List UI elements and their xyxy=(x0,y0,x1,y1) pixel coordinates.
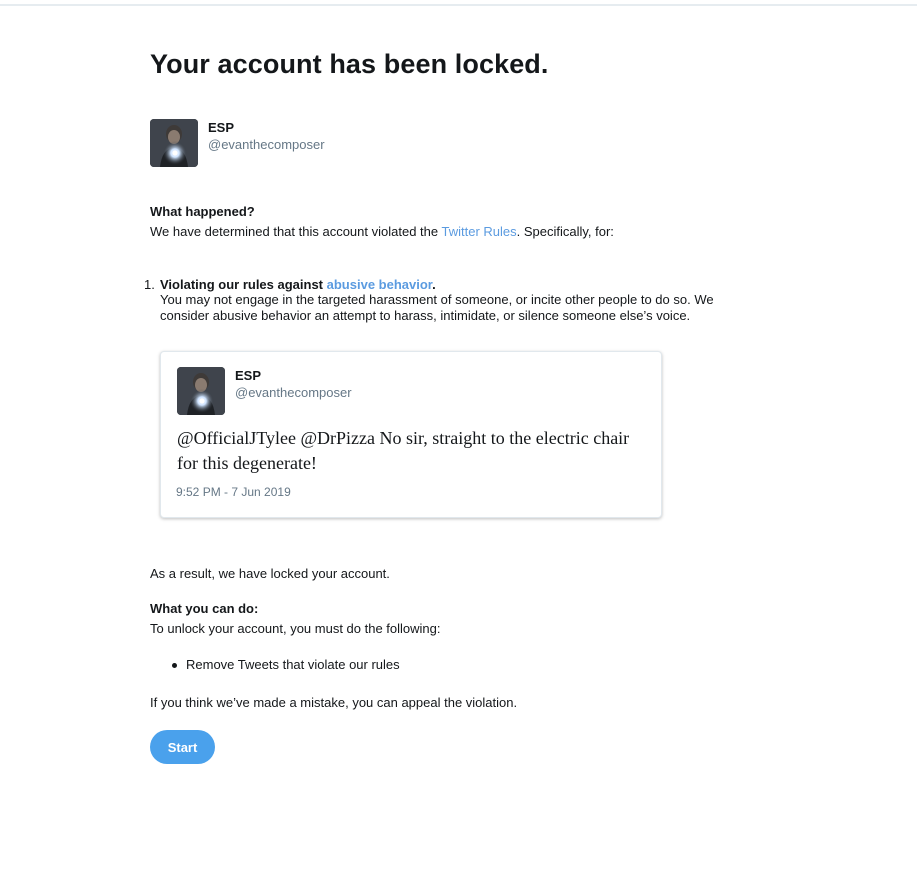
result-text: As a result, we have locked your account… xyxy=(150,566,390,581)
what-you-can-do-heading: What you can do: xyxy=(150,601,259,616)
bullet-icon xyxy=(172,663,177,668)
start-button[interactable]: Start xyxy=(150,730,215,764)
account-handle: @evanthecomposer xyxy=(208,137,325,152)
what-you-can-do-text: To unlock your account, you must do the … xyxy=(150,621,441,636)
abusive-behavior-link[interactable]: abusive behavior xyxy=(327,277,433,292)
avatar xyxy=(150,119,198,167)
account-name: ESP xyxy=(208,120,235,135)
what-happened-heading: What happened? xyxy=(150,204,255,219)
top-divider xyxy=(0,4,917,6)
appeal-text: If you think we’ve made a mistake, you c… xyxy=(150,695,518,710)
violation-description: You may not engage in the targeted haras… xyxy=(160,292,714,323)
what-happened-text: We have determined that this account vio… xyxy=(150,224,614,239)
unlock-steps-list: Remove Tweets that violate our rules xyxy=(170,657,400,672)
list-item: Remove Tweets that violate our rules xyxy=(170,657,400,672)
what-happened-text-after: . Specifically, for: xyxy=(516,224,614,239)
page-title: Your account has been locked. xyxy=(150,49,549,79)
tweet-text: @OfficialJTylee @DrPizza No sir, straigh… xyxy=(177,428,630,473)
tweet-author-name: ESP xyxy=(235,368,262,383)
tweet-timestamp: 9:52 PM - 7 Jun 2019 xyxy=(176,485,291,499)
twitter-rules-link[interactable]: Twitter Rules xyxy=(441,224,516,239)
violation-title-suffix: . xyxy=(432,277,436,292)
tweet-author-avatar xyxy=(177,367,225,415)
violating-tweet-card: ESP @evanthecomposer @OfficialJTylee @Dr… xyxy=(160,351,662,518)
violation-number: 1. xyxy=(144,277,155,292)
what-happened-text-before: We have determined that this account vio… xyxy=(150,224,442,239)
tweet-author-handle: @evanthecomposer xyxy=(235,385,352,400)
unlock-step-text: Remove Tweets that violate our rules xyxy=(186,657,400,672)
violation-title: Violating our rules against abusive beha… xyxy=(160,277,436,292)
violation-title-prefix: Violating our rules against xyxy=(160,277,327,292)
